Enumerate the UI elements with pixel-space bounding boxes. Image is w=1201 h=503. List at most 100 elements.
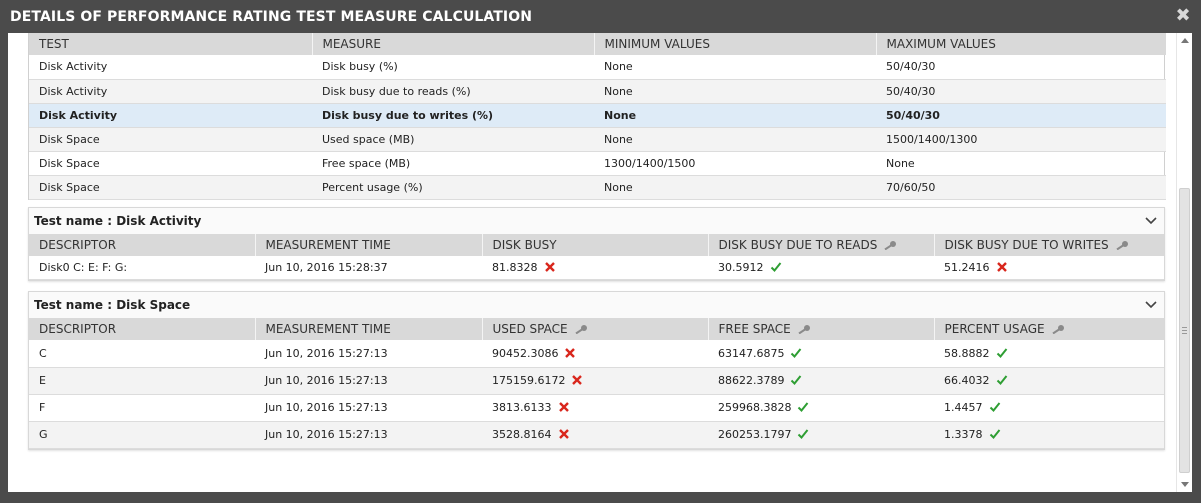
cell-measure: Disk busy due to reads (%) bbox=[312, 79, 594, 104]
value-text: 58.8882 bbox=[944, 346, 990, 360]
key-icon[interactable] bbox=[574, 324, 588, 334]
panel-header[interactable]: Test name : Disk Activity bbox=[29, 207, 1164, 234]
scroll-down-arrow-icon[interactable] bbox=[1181, 482, 1189, 487]
key-icon[interactable] bbox=[797, 324, 811, 334]
column-header-descriptor[interactable]: DESCRIPTOR bbox=[29, 233, 256, 256]
fail-x-icon bbox=[572, 375, 583, 385]
cell-descriptor: Disk0 C: E: F: G: bbox=[29, 255, 255, 280]
column-header-disk-busy[interactable]: DISK BUSY bbox=[482, 233, 709, 256]
cell-minimum: None bbox=[594, 55, 876, 80]
cell-measure: Used space (MB) bbox=[312, 127, 594, 152]
panel-title: Test name : Disk Space bbox=[34, 298, 191, 312]
pass-check-icon bbox=[989, 429, 1000, 439]
cell-measurement-time: Jun 10, 2016 15:27:13 bbox=[255, 367, 482, 395]
value-text: 66.4032 bbox=[944, 374, 990, 387]
value-text: 63147.6875 bbox=[718, 346, 785, 360]
dialog-titlebar: DETAILS OF PERFORMANCE RATING TEST MEASU… bbox=[0, 0, 1201, 33]
chevron-down-icon[interactable] bbox=[1144, 297, 1158, 311]
value-text: 1.4457 bbox=[944, 401, 983, 414]
fail-x-icon bbox=[565, 347, 576, 358]
pass-check-icon bbox=[996, 375, 1007, 385]
cell-minimum: 1300/1400/1500 bbox=[594, 151, 876, 176]
table-row[interactable]: Disk Space Used space (MB) None 1500/140… bbox=[29, 127, 1166, 152]
cell-value: 259968.3828 bbox=[708, 394, 934, 422]
table-row[interactable]: F Jun 10, 2016 15:27:13 3813.6133 259968… bbox=[29, 394, 1164, 422]
pass-check-icon bbox=[989, 402, 1000, 412]
table-row[interactable]: C Jun 10, 2016 15:27:13 90452.3086 63147… bbox=[29, 340, 1164, 368]
key-icon[interactable] bbox=[1115, 240, 1129, 250]
cell-value: 3813.6133 bbox=[482, 394, 708, 422]
pass-check-icon bbox=[798, 429, 809, 439]
column-header-descriptor[interactable]: DESCRIPTOR bbox=[29, 318, 256, 340]
value-text: 3813.6133 bbox=[492, 401, 552, 414]
dialog-body: TEST MEASURE MINIMUM VALUES MAXIMUM VALU… bbox=[8, 33, 1192, 492]
column-header-measure[interactable]: MEASURE bbox=[312, 33, 595, 55]
fail-x-icon bbox=[558, 429, 569, 439]
value-text: 175159.6172 bbox=[492, 374, 566, 387]
cell-test: Disk Space bbox=[29, 175, 312, 200]
value-text: 81.8328 bbox=[492, 260, 538, 274]
panel-table-header: DESCRIPTOR MEASUREMENT TIME DISK BUSY DI… bbox=[29, 233, 1164, 256]
scroll-up-arrow-icon[interactable] bbox=[1181, 38, 1189, 43]
column-header-measurement-time[interactable]: MEASUREMENT TIME bbox=[255, 233, 483, 256]
cell-value: 63147.6875 bbox=[708, 340, 934, 368]
pass-check-icon bbox=[770, 262, 781, 272]
cell-descriptor: G bbox=[29, 421, 255, 449]
panel-header[interactable]: Test name : Disk Space bbox=[29, 292, 1164, 318]
column-header-maximum-values[interactable]: MAXIMUM VALUES bbox=[876, 33, 1166, 55]
column-header-measurement-time[interactable]: MEASUREMENT TIME bbox=[255, 318, 483, 340]
scrollbar-grip bbox=[1182, 330, 1187, 331]
scrollbar-grip bbox=[1182, 333, 1187, 334]
dialog-content: TEST MEASURE MINIMUM VALUES MAXIMUM VALU… bbox=[28, 33, 1166, 450]
fail-x-icon bbox=[558, 402, 569, 412]
scrollbar-thumb[interactable] bbox=[1179, 188, 1190, 473]
cell-value: 1.3378 bbox=[934, 421, 1164, 449]
table-row[interactable]: Disk Space Percent usage (%) None 70/60/… bbox=[29, 175, 1166, 200]
panel-title: Test name : Disk Activity bbox=[34, 213, 202, 228]
cell-maximum: 1500/1400/1300 bbox=[876, 127, 1166, 152]
rating-table-header: TEST MEASURE MINIMUM VALUES MAXIMUM VALU… bbox=[29, 33, 1166, 55]
table-row-highlighted[interactable]: Disk Activity Disk busy due to writes (%… bbox=[29, 103, 1166, 128]
value-text: 1.3378 bbox=[944, 428, 983, 441]
cell-test: Disk Activity bbox=[29, 79, 312, 104]
header-label: DISK BUSY DUE TO WRITES bbox=[944, 237, 1109, 252]
column-header-percent-usage[interactable]: PERCENT USAGE bbox=[934, 318, 1164, 340]
value-text: 90452.3086 bbox=[492, 346, 559, 360]
cell-measure: Disk busy (%) bbox=[312, 55, 594, 80]
disk-activity-table: DESCRIPTOR MEASUREMENT TIME DISK BUSY DI… bbox=[29, 233, 1164, 280]
key-icon[interactable] bbox=[883, 240, 897, 250]
dialog-window: DETAILS OF PERFORMANCE RATING TEST MEASU… bbox=[0, 0, 1201, 503]
table-row[interactable]: G Jun 10, 2016 15:27:13 3528.8164 260253… bbox=[29, 421, 1164, 449]
column-header-minimum-values[interactable]: MINIMUM VALUES bbox=[594, 33, 877, 55]
cell-test: Disk Space bbox=[29, 127, 312, 152]
cell-measure: Disk busy due to writes (%) bbox=[312, 103, 594, 128]
cell-test: Disk Activity bbox=[29, 55, 312, 80]
cell-descriptor: C bbox=[29, 340, 255, 368]
table-row[interactable]: Disk Activity Disk busy (%) None 50/40/3… bbox=[29, 55, 1166, 80]
cell-test: Disk Space bbox=[29, 151, 312, 176]
column-header-test[interactable]: TEST bbox=[29, 33, 313, 55]
cell-maximum: 70/60/50 bbox=[876, 175, 1166, 200]
column-header-disk-busy-reads[interactable]: DISK BUSY DUE TO READS bbox=[708, 233, 935, 256]
cell-maximum: 50/40/30 bbox=[876, 55, 1166, 80]
key-icon[interactable] bbox=[1051, 324, 1065, 334]
cell-minimum: None bbox=[594, 79, 876, 104]
table-row[interactable]: Disk Activity Disk busy due to reads (%)… bbox=[29, 79, 1166, 104]
value-text: 3528.8164 bbox=[492, 428, 552, 441]
close-icon[interactable]: ✖ bbox=[1175, 7, 1191, 25]
cell-value: 81.8328 bbox=[482, 255, 708, 280]
table-row[interactable]: Disk Space Free space (MB) 1300/1400/150… bbox=[29, 151, 1166, 176]
column-header-disk-busy-writes[interactable]: DISK BUSY DUE TO WRITES bbox=[934, 233, 1164, 256]
panel-disk-space: Test name : Disk Space DESCRIPTOR MEASUR… bbox=[28, 291, 1165, 450]
value-text: 259968.3828 bbox=[718, 401, 792, 414]
column-header-free-space[interactable]: FREE SPACE bbox=[708, 318, 935, 340]
column-header-used-space[interactable]: USED SPACE bbox=[482, 318, 709, 340]
chevron-down-icon[interactable] bbox=[1144, 213, 1158, 227]
value-text: 260253.1797 bbox=[718, 428, 792, 441]
rating-table-wrapper: TEST MEASURE MINIMUM VALUES MAXIMUM VALU… bbox=[28, 33, 1166, 200]
panel-disk-activity: Test name : Disk Activity DESCRIPTOR MEA… bbox=[28, 206, 1165, 281]
vertical-scrollbar[interactable] bbox=[1176, 33, 1192, 492]
pass-check-icon bbox=[798, 402, 809, 412]
table-row[interactable]: E Jun 10, 2016 15:27:13 175159.6172 8862… bbox=[29, 367, 1164, 395]
table-row[interactable]: Disk0 C: E: F: G: Jun 10, 2016 15:28:37 … bbox=[29, 255, 1164, 280]
